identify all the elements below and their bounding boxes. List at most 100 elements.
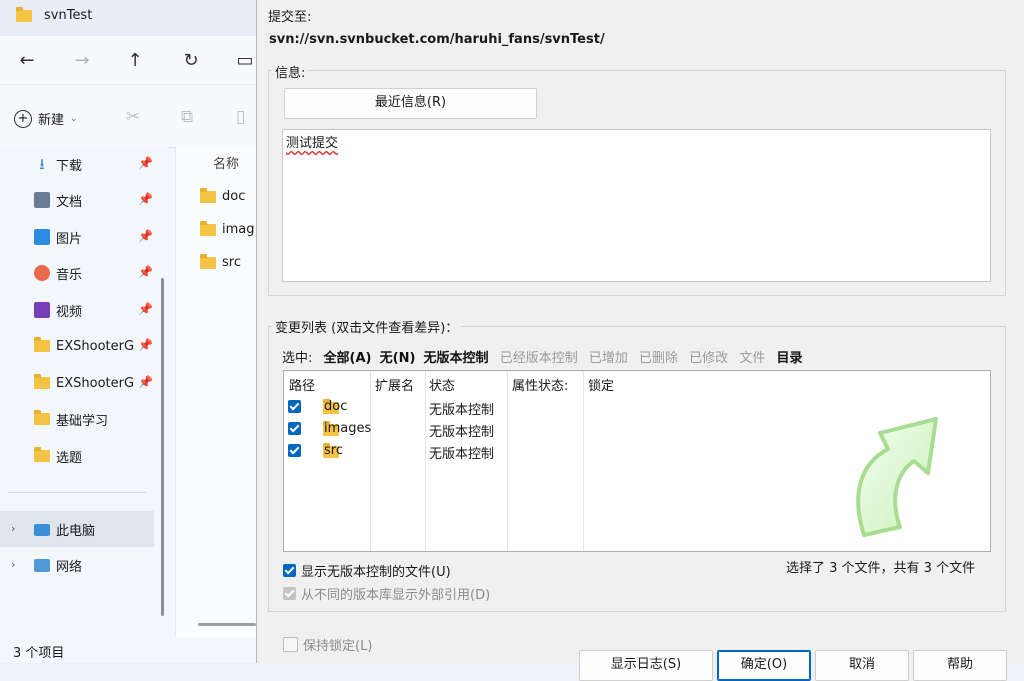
pin-icon[interactable]: 📌 [138,265,153,279]
folder-icon [200,220,216,236]
column-header-extension[interactable]: 扩展名 [375,375,414,394]
file-explorer-window: svnTest ← → ↑ ↻ ▭ + 新建 ⌄ ✂ ⧉ ▯ ⭳ 下载 📌 文档… [0,0,257,663]
pictures-icon [34,229,50,245]
list-item-label: imag [222,222,255,237]
sidebar-item-label: 图片 [56,231,83,247]
explorer-command-bar: + 新建 ⌄ ✂ ⧉ ▯ [0,84,256,148]
select-files-link: 文件 [739,351,766,366]
cut-icon[interactable]: ✂ [126,107,140,127]
pin-icon[interactable]: 📌 [138,375,153,389]
sidebar-item-label: 音乐 [56,267,83,283]
copy-icon[interactable]: ⧉ [181,107,193,127]
changed-files-table[interactable]: 路径 扩展名 状态 属性状态: 锁定 doc 无版本控制 images 无版本控… [283,370,991,552]
row-status: 无版本控制 [429,425,495,440]
paste-icon[interactable]: ▯ [236,107,245,127]
forward-arrow-icon[interactable]: → [71,50,93,72]
address-bar-pc-icon[interactable]: ▭ [234,50,256,72]
column-header-lock[interactable]: 锁定 [588,375,614,394]
sidebar-item-this-pc[interactable]: 此电脑 [34,518,95,540]
sidebar-item-network[interactable]: 网络 [34,554,82,576]
chevron-right-icon[interactable]: › [11,522,15,535]
sidebar-divider [8,492,146,493]
checkbox-checked [283,564,296,577]
pin-icon[interactable]: 📌 [138,338,153,352]
folder-icon [34,410,50,425]
column-header-name[interactable]: 名称 [213,153,239,172]
show-externals-label: 从不同的版本库显示外部引用(D) [301,588,491,603]
recent-messages-button[interactable]: 最近信息(R) [284,88,537,119]
row-path: src [324,443,343,458]
sidebar-scrollbar[interactable] [161,278,164,616]
select-directories-link[interactable]: 目录 [776,351,802,366]
pin-icon[interactable]: 📌 [138,156,153,170]
commit-message-input[interactable]: 测试提交 [282,129,991,282]
changes-group-label: 变更列表 (双击文件查看差异)： [272,317,462,336]
sidebar-item-label: EXShooterG [56,338,135,354]
folder-icon [16,7,32,22]
list-item[interactable]: src [200,253,241,270]
row-checkbox[interactable] [288,444,301,457]
select-added-link: 已增加 [588,351,628,366]
column-header-property-status[interactable]: 属性状态: [512,375,568,394]
commit-arrow-icon [856,417,938,537]
sidebar-item-videos[interactable]: 视频 [34,299,82,321]
back-arrow-icon[interactable]: ← [16,50,38,72]
show-log-button[interactable]: 显示日志(S) [579,650,713,681]
explorer-file-list: 名称 doc imag src [175,147,257,637]
pin-icon[interactable]: 📌 [138,302,153,316]
row-checkbox[interactable] [288,400,301,413]
select-unversioned-link[interactable]: 无版本控制 [424,351,489,366]
row-path: doc [324,399,348,414]
list-item[interactable]: imag [200,220,255,237]
list-item[interactable]: doc [200,187,245,204]
row-path: images [324,421,372,436]
download-icon: ⭳ [39,155,45,173]
repo-url: svn://svn.svnbucket.com/haruhi_fans/svnT… [269,32,605,47]
sidebar-item-label: 下载 [56,158,83,174]
cancel-button[interactable]: 取消 [815,650,909,681]
sidebar-item-documents[interactable]: 文档 [34,189,82,211]
status-item-count: 3 个项目 [13,646,65,661]
folder-icon [34,374,50,389]
show-unversioned-label: 显示无版本控制的文件(U) [301,565,451,580]
select-none-link[interactable]: 无(N) [380,351,416,366]
chevron-right-icon[interactable]: › [11,558,15,571]
up-arrow-icon[interactable]: ↑ [124,50,146,72]
sidebar-item-basics[interactable]: 基础学习 [34,408,108,430]
network-icon [34,558,50,572]
commit-to-label: 提交至: [268,10,312,25]
select-versioned-link: 已经版本控制 [499,351,578,366]
refresh-icon[interactable]: ↻ [180,50,202,72]
file-list-hscrollbar[interactable] [198,623,256,626]
column-header-status[interactable]: 状态 [429,375,455,394]
select-modified-link: 已修改 [689,351,729,366]
row-checkbox[interactable] [288,422,301,435]
column-header-path[interactable]: 路径 [289,375,315,394]
select-deleted-link: 已删除 [639,351,679,366]
explorer-window-title: svnTest [44,8,93,23]
sidebar-item-pictures[interactable]: 图片 [34,226,82,248]
sidebar-item-label: 网络 [56,559,83,575]
pin-icon[interactable]: 📌 [138,192,153,206]
ok-button[interactable]: 确定(O) [717,650,811,681]
sidebar-item-topics[interactable]: 选题 [34,445,82,467]
folder-icon [200,187,216,203]
selection-summary: 选择了 3 个文件，共有 3 个文件 [786,561,976,576]
select-all-link[interactable]: 全部(A) [324,351,372,366]
folder-icon [34,447,50,462]
help-button[interactable]: 帮助 [913,650,1007,681]
sidebar-item-exshooter-2[interactable]: EXShooterG [34,372,136,394]
row-status: 无版本控制 [429,447,495,462]
video-icon [34,302,50,318]
pin-icon[interactable]: 📌 [138,229,153,243]
sidebar-item-label: EXShooterG [56,375,135,391]
sidebar-item-exshooter-1[interactable]: EXShooterG [34,335,136,357]
sidebar-item-label: 此电脑 [56,523,96,539]
new-button[interactable]: + 新建 ⌄ [14,109,78,128]
show-unversioned-checkbox[interactable]: 显示无版本控制的文件(U) [283,561,451,580]
checkbox-unchecked [283,637,298,652]
sidebar-item-music[interactable]: 音乐 [34,262,82,284]
chevron-down-icon: ⌄ [70,113,78,124]
sidebar-item-label: 视频 [56,304,83,320]
sidebar-item-downloads[interactable]: ⭳ 下载 [34,153,82,175]
